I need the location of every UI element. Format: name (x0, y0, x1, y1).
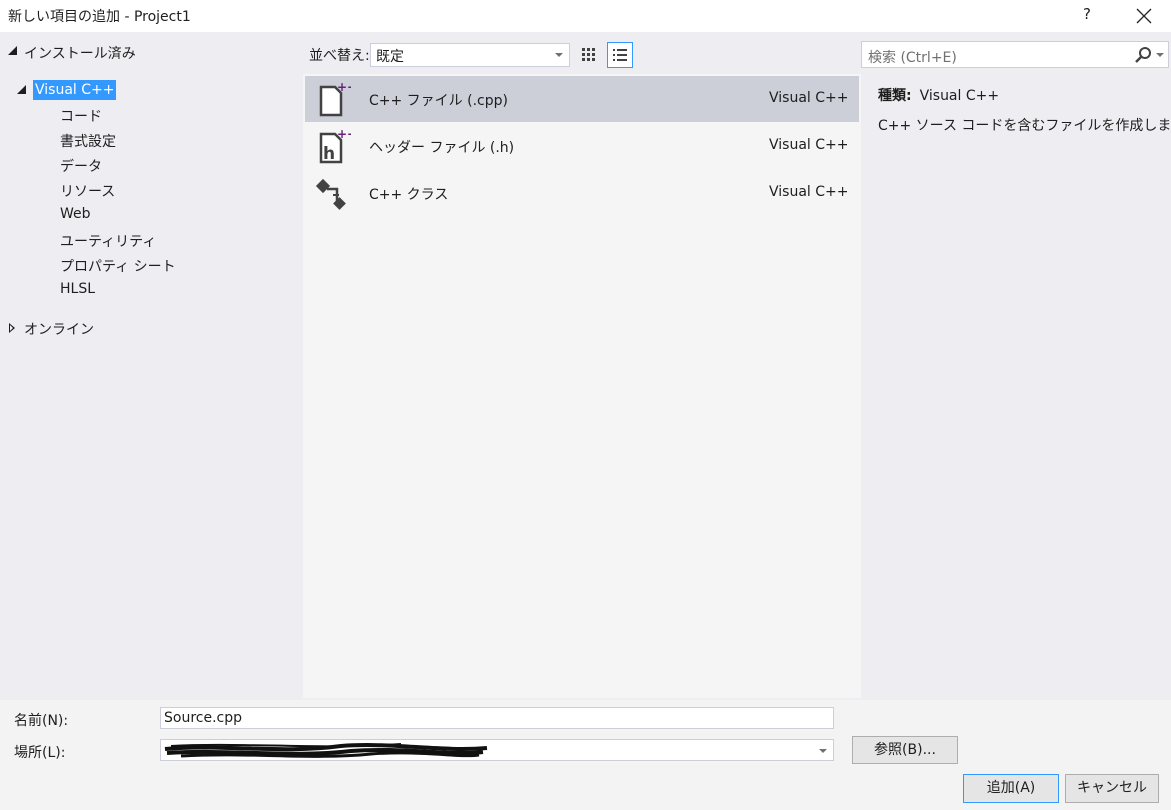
template-language: Visual C++ (769, 90, 849, 106)
location-field[interactable] (160, 739, 834, 761)
list-view-button[interactable] (607, 42, 633, 68)
details-type: 種類: Visual C++ (878, 85, 999, 105)
title-bar: 新しい項目の追加 - Project1 ? (0, 0, 1171, 32)
template-item-cpp-file[interactable]: ++ C++ ファイル (.cpp) Visual C++ (305, 76, 859, 122)
template-name: C++ クラス (369, 187, 449, 203)
add-button[interactable]: 追加(A) (963, 774, 1059, 803)
details-type-value: Visual C++ (919, 88, 1000, 104)
svg-text:h: h (323, 144, 335, 164)
template-list: ++ C++ ファイル (.cpp) Visual C++ h ++ ヘッダー … (303, 74, 861, 698)
sort-label: 並べ替え: (309, 48, 370, 64)
tree-item-hlsl[interactable]: HLSL (60, 281, 95, 297)
search-placeholder: 検索 (Ctrl+E) (868, 50, 957, 66)
tree-item-online[interactable]: オンライン (24, 319, 94, 339)
list-view-icon (613, 49, 627, 61)
template-language: Visual C++ (769, 184, 849, 200)
template-item-header-file[interactable]: h ++ ヘッダー ファイル (.h) Visual C++ (305, 123, 859, 169)
template-name: C++ ファイル (.cpp) (369, 93, 508, 109)
tree-item-data[interactable]: データ (60, 156, 102, 176)
chevron-down-icon[interactable] (1156, 53, 1164, 57)
close-icon[interactable] (1133, 5, 1155, 27)
name-field[interactable]: Source.cpp (160, 707, 834, 729)
tree-item-resource[interactable]: リソース (60, 181, 115, 201)
tree-item-installed[interactable]: インストール済み (24, 43, 136, 63)
tree-item-code[interactable]: コード (60, 106, 102, 126)
svg-text:++: ++ (337, 128, 351, 141)
collapse-icon[interactable] (17, 85, 26, 94)
category-tree: インストール済み Visual C++ コード 書式設定 データ リソース We… (0, 32, 300, 700)
window-title: 新しい項目の追加 - Project1 (8, 9, 191, 25)
template-item-cpp-class[interactable]: C++ クラス Visual C++ (305, 170, 859, 216)
template-language: Visual C++ (769, 137, 849, 153)
expand-icon[interactable] (9, 323, 15, 333)
browse-button[interactable]: 参照(B)... (852, 736, 958, 764)
template-name: ヘッダー ファイル (.h) (369, 140, 515, 156)
details-description: C++ ソース コードを含むファイルを作成します (878, 118, 1171, 134)
cpp-class-icon (315, 178, 346, 210)
chevron-down-icon (555, 53, 563, 57)
bottom-form: 名前(N): Source.cpp 場所(L): 参照(B)... 追加(A) … (0, 700, 1171, 810)
sort-dropdown[interactable]: 既定 (370, 43, 570, 67)
tree-item-formatting[interactable]: 書式設定 (60, 131, 116, 151)
cancel-button[interactable]: キャンセル (1065, 774, 1159, 803)
search-icon[interactable] (1134, 46, 1152, 64)
header-file-icon: h ++ (319, 128, 351, 164)
name-label: 名前(N): (14, 713, 69, 729)
small-icons-view-icon[interactable] (576, 42, 602, 68)
sort-value: 既定 (376, 49, 404, 65)
cpp-file-icon: ++ (319, 81, 351, 117)
redaction-scribble (164, 743, 488, 758)
help-button[interactable]: ? (1080, 5, 1094, 23)
collapse-icon[interactable] (8, 46, 17, 55)
svg-text:++: ++ (337, 81, 351, 94)
location-label: 場所(L): (14, 745, 66, 761)
tree-item-utility[interactable]: ユーティリティ (60, 231, 156, 251)
details-type-label: 種類: (878, 88, 912, 104)
chevron-down-icon[interactable] (819, 749, 827, 753)
tree-item-property-sheet[interactable]: プロパティ シート (60, 256, 176, 276)
tree-item-web[interactable]: Web (60, 206, 91, 222)
tree-item-visual-cpp[interactable]: Visual C++ (33, 80, 117, 100)
search-box[interactable]: 検索 (Ctrl+E) (861, 41, 1169, 68)
